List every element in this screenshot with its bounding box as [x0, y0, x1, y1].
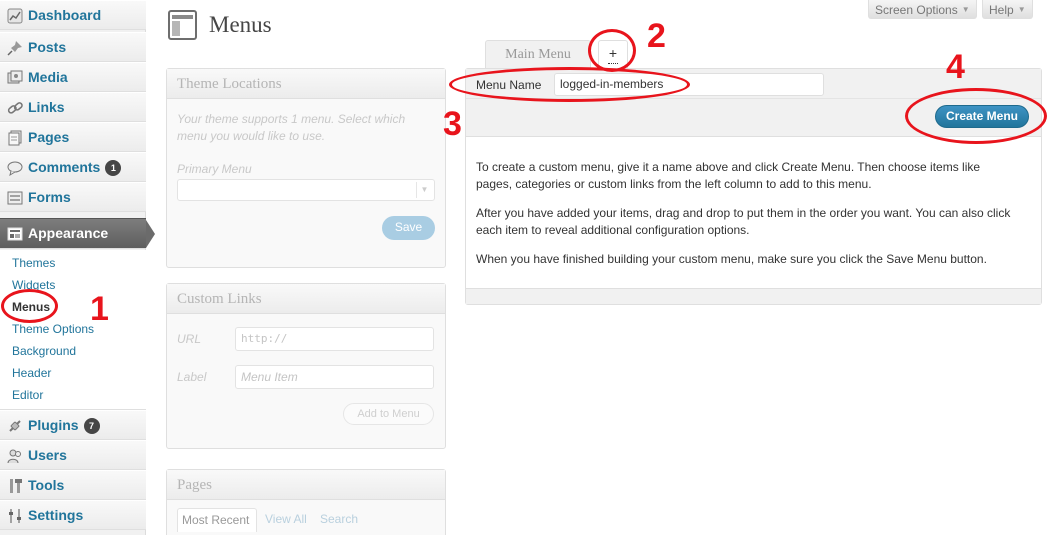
comment-icon — [6, 159, 23, 176]
pushpin-icon — [6, 39, 23, 56]
sidebar-item-label: Settings — [28, 507, 84, 523]
instructions-paragraph: When you have finished building your cus… — [476, 252, 987, 266]
screen-options-label: Screen Options — [875, 2, 958, 17]
theme-locations-title: Theme Locations — [167, 69, 445, 99]
submenu-item-themes[interactable]: Themes — [12, 256, 55, 270]
instructions-paragraph: After you have added your items, drag an… — [476, 206, 1011, 237]
submenu-item-background[interactable]: Background — [12, 344, 76, 358]
dashboard-icon — [6, 7, 23, 24]
tab-most-recent[interactable]: Most Recent — [177, 508, 257, 532]
url-label: URL — [177, 332, 202, 346]
sidebar-item-tools[interactable]: Tools — [0, 470, 146, 500]
tab-main-menu[interactable]: Main Menu — [485, 40, 591, 69]
users-icon — [6, 447, 23, 464]
sidebar-item-label: Tools — [28, 477, 65, 493]
page-title: Menus — [209, 12, 272, 37]
menus-page-icon — [168, 10, 197, 40]
sidebar-item-label: Dashboard — [28, 7, 102, 23]
custom-links-title: Custom Links — [167, 284, 445, 314]
plugin-icon — [6, 417, 23, 434]
help-label: Help — [989, 2, 1014, 17]
sidebar-item-label: Plugins 7 — [28, 417, 100, 434]
url-field[interactable]: http:// — [235, 327, 434, 351]
settings-icon — [6, 507, 23, 524]
comments-count-badge: 1 — [105, 160, 122, 176]
annotation-number-4: 4 — [946, 48, 965, 86]
appearance-icon — [6, 225, 23, 242]
sidebar-item-appearance[interactable]: Appearance — [0, 218, 155, 249]
theme-locations-box: Theme Locations Your theme supports 1 me… — [166, 68, 446, 268]
sidebar-item-posts[interactable]: Posts — [0, 32, 146, 62]
annotation-ring-create-menu — [905, 88, 1047, 144]
sidebar-item-pages[interactable]: Pages — [0, 122, 146, 152]
sidebar-item-label: Media — [28, 69, 68, 85]
sidebar-item-media[interactable]: Media — [0, 62, 146, 92]
tab-search[interactable]: Search — [320, 512, 358, 526]
add-to-menu-button[interactable]: Add to Menu — [343, 403, 434, 425]
sidebar-item-label: Appearance — [28, 225, 109, 241]
tools-icon — [6, 477, 23, 494]
primary-menu-label: Primary Menu — [177, 162, 252, 176]
submenu-item-theme-options[interactable]: Theme Options — [12, 322, 94, 336]
submenu-item-header[interactable]: Header — [12, 366, 51, 380]
sidebar-item-settings[interactable]: Settings — [0, 500, 146, 530]
sidebar-item-label: Posts — [28, 39, 67, 55]
save-locations-button[interactable]: Save — [382, 216, 435, 240]
link-label-field[interactable]: Menu Item — [235, 365, 434, 389]
media-icon — [6, 69, 23, 86]
annotation-ring-menu-name — [449, 67, 690, 102]
sidebar-item-forms[interactable]: Forms — [0, 182, 146, 212]
sidebar-item-links[interactable]: Links — [0, 92, 146, 122]
admin-sidebar: Dashboard Posts Media Links Pages Commen… — [0, 0, 155, 535]
sidebar-item-label: Comments 1 — [28, 159, 122, 176]
sidebar-item-label: Users — [28, 447, 67, 463]
pages-box: Pages Most Recent View All Search — [166, 469, 446, 535]
annotation-number-3: 3 — [443, 105, 462, 143]
chevron-down-icon: ▼ — [1017, 5, 1026, 14]
menu-editor-footer — [466, 288, 1041, 304]
submenu-item-editor[interactable]: Editor — [12, 388, 43, 402]
annotation-ring-add-tab — [588, 29, 636, 72]
link-icon — [6, 99, 23, 116]
tab-view-all[interactable]: View All — [265, 512, 307, 526]
annotation-number-2: 2 — [647, 17, 666, 55]
sidebar-item-users[interactable]: Users — [0, 440, 146, 470]
sidebar-item-dashboard[interactable]: Dashboard — [0, 0, 146, 30]
theme-locations-description: Your theme supports 1 menu. Select which… — [177, 112, 406, 143]
chevron-down-icon: ▼ — [961, 5, 970, 14]
annotation-ring-menus — [1, 289, 58, 323]
sidebar-item-label: Links — [28, 99, 65, 115]
sidebar-item-label: Forms — [28, 189, 71, 205]
primary-menu-select[interactable]: ▼ — [177, 179, 435, 201]
sidebar-item-plugins[interactable]: Plugins 7 — [0, 410, 146, 440]
pages-icon — [6, 129, 23, 146]
pages-box-title: Pages — [167, 470, 445, 500]
sidebar-item-label: Pages — [28, 129, 70, 145]
help-tab[interactable]: Help ▼ — [982, 0, 1033, 19]
screen-options-tab[interactable]: Screen Options ▼ — [868, 0, 977, 19]
appearance-submenu: Themes Widgets Menus Theme Options Backg… — [0, 250, 146, 410]
instructions-paragraph: To create a custom menu, give it a name … — [476, 160, 981, 191]
label-label: Label — [177, 370, 207, 384]
chevron-down-icon: ▼ — [416, 182, 432, 198]
custom-links-box: Custom Links URL http:// Label Menu Item… — [166, 283, 446, 449]
forms-icon — [6, 189, 23, 206]
sidebar-item-comments[interactable]: Comments 1 — [0, 152, 146, 182]
annotation-number-1: 1 — [90, 290, 109, 328]
plugins-count-badge: 7 — [83, 418, 100, 434]
